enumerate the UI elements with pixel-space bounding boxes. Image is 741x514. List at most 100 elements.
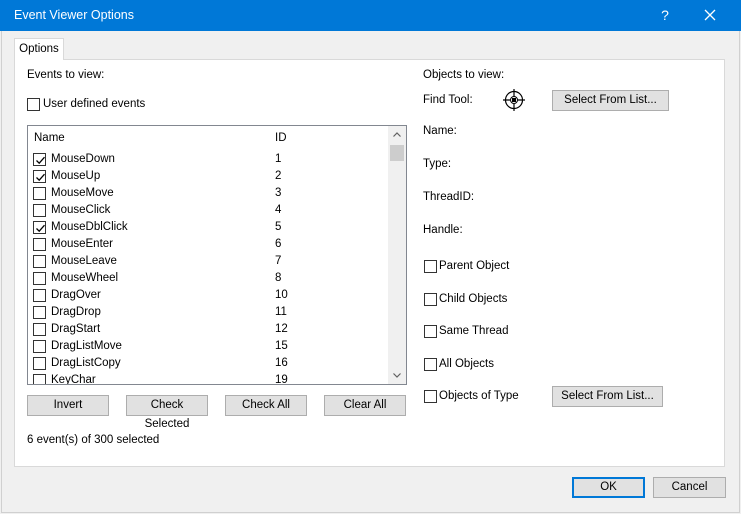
list-item[interactable]: DragListCopy 16 — [28, 355, 388, 372]
vertical-scrollbar[interactable] — [388, 126, 406, 384]
chevron-up-icon — [393, 132, 401, 137]
window-title: Event Viewer Options — [14, 8, 134, 22]
column-header-id[interactable]: ID — [275, 132, 287, 144]
list-item[interactable]: DragOver 10 — [28, 287, 388, 304]
event-checkbox[interactable] — [33, 221, 46, 234]
event-name: DragListMove — [51, 340, 122, 352]
object-handle-label: Handle: — [423, 224, 463, 236]
event-checkbox[interactable] — [33, 357, 46, 370]
event-checkbox[interactable] — [33, 374, 46, 384]
close-icon — [704, 9, 716, 21]
user-defined-events-checkbox[interactable] — [27, 98, 40, 111]
checkmark-icon — [36, 224, 45, 233]
list-item[interactable]: DragListMove 15 — [28, 338, 388, 355]
event-checkbox[interactable] — [33, 255, 46, 268]
scroll-thumb[interactable] — [390, 145, 404, 161]
list-item[interactable]: MouseLeave 7 — [28, 253, 388, 270]
event-checkbox[interactable] — [33, 238, 46, 251]
list-rows: MouseDown 1 MouseUp 2 MouseMove 3 MouseClic… — [28, 151, 388, 385]
event-id: 5 — [275, 221, 282, 233]
checkmark-icon — [36, 173, 45, 182]
event-name: MouseEnter — [51, 238, 114, 250]
objects-section-label: Objects to view: — [423, 69, 505, 81]
list-item[interactable]: MouseEnter 6 — [28, 236, 388, 253]
list-item[interactable]: MouseUp 2 — [28, 168, 388, 185]
list-item[interactable]: DragStart 12 — [28, 321, 388, 338]
event-checkbox[interactable] — [33, 306, 46, 319]
event-checkbox[interactable] — [33, 187, 46, 200]
tab-options[interactable]: Options — [14, 38, 64, 60]
event-checkbox[interactable] — [33, 153, 46, 166]
user-defined-events-label: User defined events — [43, 98, 146, 110]
object-type-label: Type: — [423, 158, 452, 170]
event-id: 3 — [275, 187, 282, 199]
close-button[interactable] — [692, 0, 728, 31]
all-objects-checkbox[interactable] — [424, 358, 437, 371]
chevron-down-icon — [393, 373, 401, 378]
select-type-from-list-button[interactable]: Select From List... — [552, 386, 663, 407]
event-id: 8 — [275, 272, 282, 284]
objects-of-type-label: Objects of Type — [439, 390, 519, 402]
help-button[interactable]: ? — [650, 0, 680, 31]
list-item[interactable]: MouseDblClick 5 — [28, 219, 388, 236]
event-id: 15 — [275, 340, 288, 352]
selection-status: 6 event(s) of 300 selected — [27, 434, 160, 446]
event-name: DragStart — [51, 323, 101, 335]
parent-object-checkbox[interactable] — [424, 260, 437, 273]
same-thread-checkbox[interactable] — [424, 325, 437, 338]
object-name-label: Name: — [423, 125, 457, 137]
ok-button[interactable]: OK — [572, 477, 645, 498]
event-checkbox[interactable] — [33, 323, 46, 336]
list-item[interactable]: MouseMove 3 — [28, 185, 388, 202]
finder-crosshair-icon[interactable] — [503, 89, 525, 111]
invert-button[interactable]: Invert — [27, 395, 109, 416]
child-objects-checkbox[interactable] — [424, 293, 437, 306]
event-id: 7 — [275, 255, 282, 267]
select-object-from-list-button[interactable]: Select From List... — [552, 90, 669, 111]
all-objects-label: All Objects — [439, 358, 494, 370]
event-id: 19 — [275, 374, 288, 385]
same-thread-label: Same Thread — [439, 325, 509, 337]
events-list[interactable]: Name ID MouseDown 1 MouseUp 2 MouseMove 3 M… — [27, 125, 407, 385]
checkmark-icon — [36, 156, 45, 165]
list-item[interactable]: DragDrop 11 — [28, 304, 388, 321]
list-item[interactable]: MouseWheel 8 — [28, 270, 388, 287]
scroll-up-button[interactable] — [388, 126, 406, 143]
event-checkbox[interactable] — [33, 272, 46, 285]
cancel-button[interactable]: Cancel — [653, 477, 726, 498]
list-item[interactable]: MouseDown 1 — [28, 151, 388, 168]
event-name: MouseDblClick — [51, 221, 128, 233]
event-checkbox[interactable] — [33, 170, 46, 183]
parent-object-label: Parent Object — [439, 260, 510, 272]
event-checkbox[interactable] — [33, 204, 46, 217]
title-bar: Event Viewer Options ? — [0, 0, 741, 31]
event-name: MouseMove — [51, 187, 114, 199]
child-objects-label: Child Objects — [439, 293, 508, 305]
check-selected-button[interactable]: Check Selected — [126, 395, 208, 430]
event-id: 16 — [275, 357, 288, 369]
object-thread-label: ThreadID: — [423, 191, 475, 203]
find-tool-label: Find Tool: — [423, 94, 473, 106]
event-name: MouseDown — [51, 153, 115, 165]
clear-all-button[interactable]: Clear All — [324, 395, 406, 416]
event-checkbox[interactable] — [33, 340, 46, 353]
scroll-down-button[interactable] — [388, 367, 406, 384]
column-header-name[interactable]: Name — [34, 132, 65, 144]
event-id: 2 — [275, 170, 282, 182]
event-name: MouseUp — [51, 170, 101, 182]
event-name: DragOver — [51, 289, 101, 301]
check-all-button[interactable]: Check All — [225, 395, 307, 416]
objects-of-type-checkbox[interactable] — [424, 390, 437, 403]
list-item[interactable]: KeyChar 19 — [28, 372, 388, 385]
event-id: 6 — [275, 238, 282, 250]
event-checkbox[interactable] — [33, 289, 46, 302]
event-name: MouseLeave — [51, 255, 117, 267]
list-header: Name ID — [28, 126, 388, 150]
event-name: KeyChar — [51, 374, 96, 385]
event-id: 12 — [275, 323, 288, 335]
list-item[interactable]: MouseClick 4 — [28, 202, 388, 219]
event-id: 10 — [275, 289, 288, 301]
event-id: 4 — [275, 204, 282, 216]
event-name: MouseClick — [51, 204, 111, 216]
event-id: 11 — [275, 306, 287, 318]
